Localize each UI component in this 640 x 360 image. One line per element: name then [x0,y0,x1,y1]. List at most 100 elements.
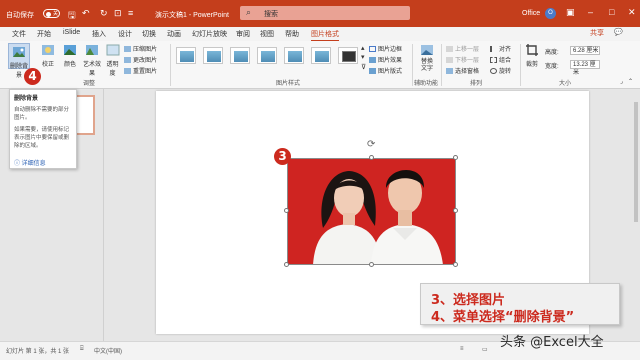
picture-style-6[interactable] [311,47,331,64]
rotate-button[interactable]: 旋转 [490,66,511,75]
remove-background-button[interactable]: 删除背景 [8,43,30,79]
bring-forward-label: 上移一层 [455,47,480,53]
width-label: 宽度: [545,64,559,70]
crop-button[interactable]: 裁剪 [524,43,540,68]
arrange-group-label: 排列 [470,81,483,87]
maximize-icon[interactable]: □ [609,7,614,17]
resize-handle[interactable] [284,208,289,213]
selection-frame [287,158,456,265]
selection-pane-label: 选择窗格 [455,69,480,75]
effects-icon [369,57,376,63]
resize-handle[interactable] [453,208,458,213]
tab-view[interactable]: 视图 [260,29,274,39]
group-label: 组合 [499,58,512,64]
resize-handle[interactable] [369,262,374,267]
redo-icon[interactable]: ↻ [100,8,108,19]
width-input[interactable]: 13.23 厘米 [570,60,600,76]
spellcheck-icon[interactable]: ⌸ [80,346,84,353]
ribbon-tabs: 文件 开始 iSlide 插入 设计 切换 动画 幻灯片放映 审阅 视图 帮助 … [0,27,640,42]
account-name[interactable]: Office [522,10,540,17]
picture-layout-button[interactable]: 图片版式 [369,66,402,75]
artistic-effects-button[interactable]: 艺术效果 [81,43,103,77]
resize-handle[interactable] [284,262,289,267]
bring-forward-button[interactable]: 上移一层 [446,44,479,53]
search-box[interactable]: ⌕ 搜索 [240,6,410,20]
compress-label: 压缩图片 [133,47,158,53]
rotate-handle-icon[interactable]: ⟳ [367,139,375,150]
change-picture-button[interactable]: 更改图片 [124,55,157,64]
tooltip-more-info-link[interactable]: ⓘ 详细信息 [14,158,46,167]
resize-handle[interactable] [453,262,458,267]
size-dialog-launcher-icon[interactable]: ⌟ [620,78,623,85]
compress-pictures-button[interactable]: 压缩图片 [124,44,157,53]
vertical-scrollbar[interactable] [633,92,639,338]
compress-icon [124,46,131,52]
height-input[interactable]: 6.28 厘米 [570,46,600,55]
tab-animations[interactable]: 动画 [167,29,181,39]
scrollbar-thumb[interactable] [634,102,638,222]
gallery-scroll-down-icon[interactable]: ▾ [361,53,365,61]
gallery-scroll-up-icon[interactable]: ▴ [361,44,365,52]
accessibility-group-label: 辅助功能 [414,81,439,87]
tab-home[interactable]: 开始 [37,29,51,39]
tab-slideshow[interactable]: 幻灯片放映 [192,29,227,39]
ribbon-display-icon[interactable]: ▣ [566,7,575,18]
resize-handle[interactable] [369,155,374,160]
tab-insert[interactable]: 插入 [92,29,106,39]
change-label: 更改图片 [133,58,158,64]
avatar[interactable]: O [545,8,556,19]
artistic-effects-icon [86,45,98,55]
divider [441,44,442,86]
style-preview [315,51,329,62]
rotate-icon [490,68,497,74]
picture-style-3[interactable] [230,47,250,64]
save-icon[interactable]: 🖫 [68,8,76,24]
send-backward-label: 下移一层 [455,58,480,64]
picture-style-5[interactable] [284,47,304,64]
picture-style-2[interactable] [203,47,223,64]
gallery-more-icon[interactable]: ⊽ [361,63,366,71]
close-icon[interactable]: ✕ [628,7,636,18]
picture-border-button[interactable]: 图片边框 [369,44,402,53]
notes-icon[interactable]: ≡ [460,346,464,352]
alt-text-icon [421,45,433,55]
picture-style-1[interactable] [176,47,196,64]
border-icon [369,46,376,52]
autosave-toggle[interactable]: 关 [43,9,60,18]
picture-style-4[interactable] [257,47,277,64]
tab-help[interactable]: 帮助 [285,29,299,39]
send-backward-button[interactable]: 下移一层 [446,55,479,64]
more-info-label: 详细信息 [21,161,46,167]
group-button[interactable]: 组合 [490,55,511,64]
tab-islide[interactable]: iSlide [63,29,80,36]
caption-line-2: 4、菜单选择“删除背景” [431,310,575,325]
align-label: 对齐 [499,47,512,53]
normal-view-icon[interactable]: ▭ [482,346,488,353]
artistic-effects-label: 艺术效果 [82,62,101,77]
presentation-icon[interactable]: ⊡ [114,8,122,19]
align-button[interactable]: 对齐 [490,44,511,53]
resize-handle[interactable] [453,155,458,160]
alt-text-button[interactable]: 替换文字 [416,43,438,73]
tab-transitions[interactable]: 切换 [142,29,156,39]
minimize-icon[interactable]: – [588,7,593,17]
language-indicator[interactable]: 中文(中国) [94,346,122,355]
comment-icon[interactable]: 💬 [614,28,623,36]
reset-label: 重置图片 [133,69,158,75]
share-button[interactable]: 共享 [590,28,604,38]
color-button[interactable]: 颜色 [60,43,80,68]
picture-style-7[interactable] [338,47,358,64]
corrections-button[interactable]: 校正 [38,43,58,68]
tab-review[interactable]: 审阅 [236,29,250,39]
rotate-label: 旋转 [499,69,512,75]
customize-qat-icon[interactable]: ≡ [128,8,133,18]
picture-effects-button[interactable]: 图片效果 [369,55,402,64]
transparency-button[interactable]: 透明度 [104,43,121,77]
crop-icon [526,44,538,56]
tab-design[interactable]: 设计 [118,29,132,39]
reset-picture-button[interactable]: 重置图片 [124,66,157,75]
collapse-ribbon-icon[interactable]: ⌃ [628,78,633,85]
undo-icon[interactable]: ↶ [82,8,90,19]
selection-pane-button[interactable]: 选择窗格 [446,66,479,75]
tab-file[interactable]: 文件 [12,29,26,39]
